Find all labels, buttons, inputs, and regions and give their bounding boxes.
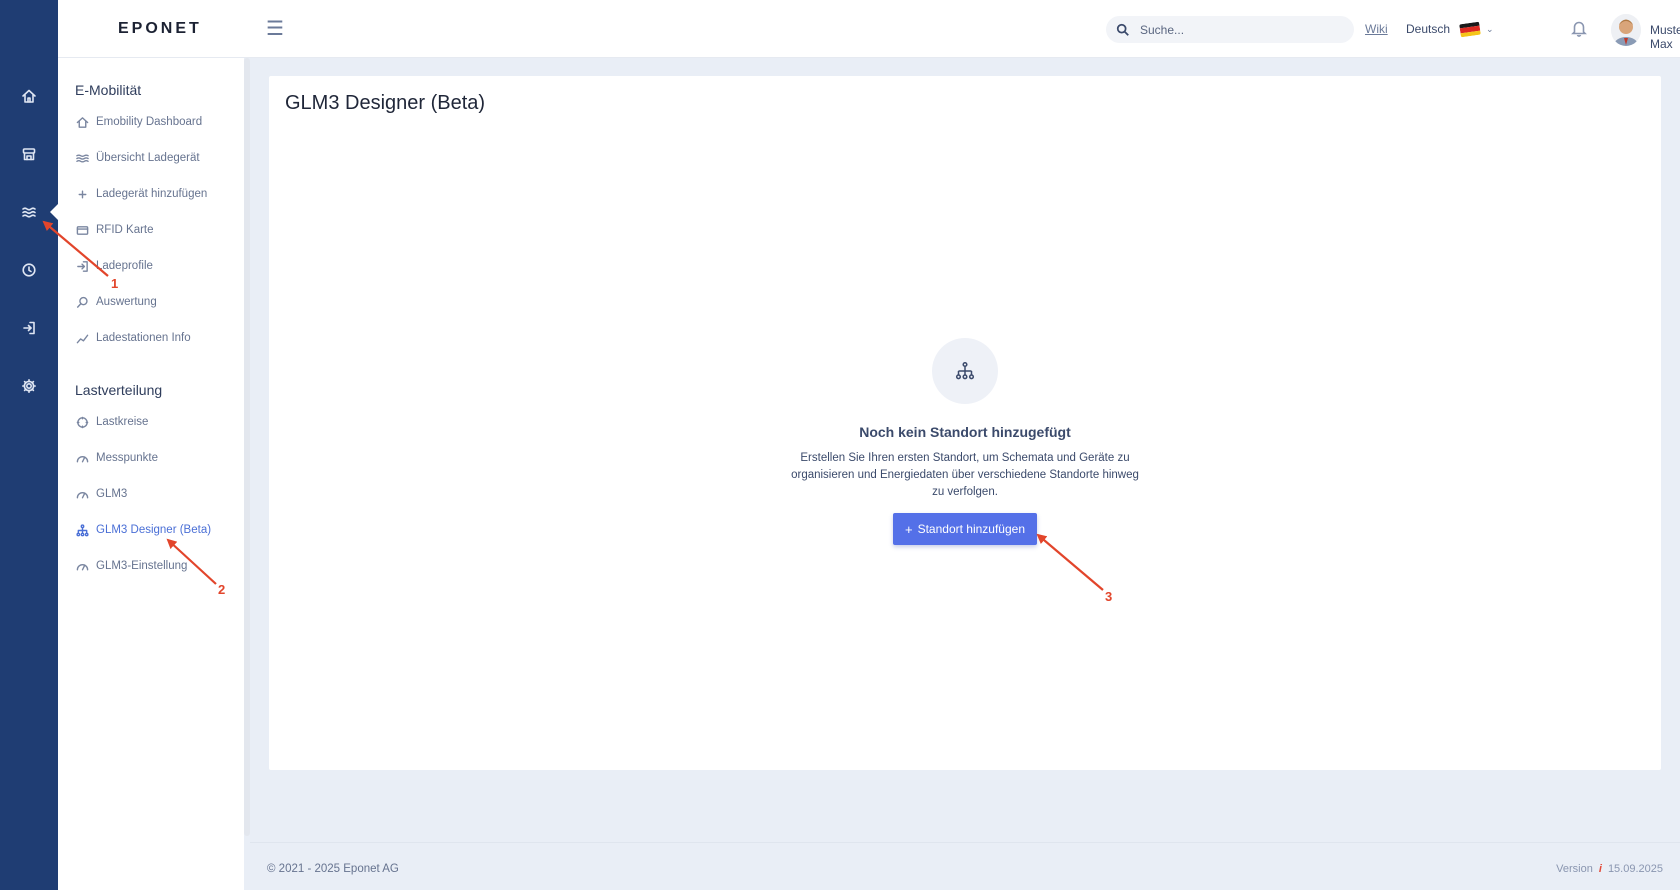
version-date: 15.09.2025 [1607, 863, 1663, 875]
waves-icon [75, 151, 89, 165]
user-name: Muster Max [1650, 23, 1680, 51]
search-icon [75, 295, 89, 309]
annotation-number-2: 2 [218, 582, 226, 597]
sidebar-item-label: Übersicht Ladegerät [96, 152, 200, 164]
hierarchy-icon [75, 523, 89, 537]
sidebar-item-lastkreise[interactable]: Lastkreise [75, 411, 240, 433]
empty-state: Noch kein Standort hinzugefügt Erstellen… [269, 338, 1661, 545]
sidebar-item-label: Auswertung [96, 296, 157, 308]
annotation-number-1: 1 [111, 276, 119, 291]
sidebar-item-label: Ladeprofile [96, 260, 153, 272]
empty-state-description: Erstellen Sie Ihren ersten Standort, um … [791, 452, 1139, 498]
login-icon [75, 259, 89, 273]
language-selector[interactable]: Deutsch ⌄ [1406, 21, 1494, 37]
sidebar-scrollbar[interactable] [244, 58, 250, 836]
sidebar-item-uebersicht-ladegeraet[interactable]: Übersicht Ladegerät [75, 147, 240, 169]
home-icon [75, 115, 89, 129]
line-chart-icon [75, 331, 89, 345]
plus-icon: + [904, 521, 913, 537]
wiki-link[interactable]: Wiki [1365, 22, 1388, 36]
home-icon[interactable] [0, 76, 58, 116]
search-icon [1116, 23, 1129, 36]
empty-state-title: Noch kein Standort hinzugefügt [859, 424, 1071, 440]
notification-bell-icon[interactable] [1570, 19, 1590, 39]
top-header: EPONET ☰ Wiki Deutsch ⌄ Muster Max ⌄ [58, 0, 1680, 58]
page-title: GLM3 Designer (Beta) [285, 92, 486, 114]
chevron-down-icon: ⌄ [1486, 23, 1494, 34]
sidebar-item-messpunkte[interactable]: Messpunkte [75, 447, 240, 469]
active-rail-indicator [50, 204, 58, 220]
sidebar-item-glm3-einstellung[interactable]: GLM3-Einstellung [75, 555, 240, 577]
icon-rail [0, 0, 58, 890]
sidebar-item-glm3[interactable]: GLM3 [75, 483, 240, 505]
sidebar-item-label: Emobility Dashboard [96, 116, 203, 128]
sidebar-item-emobility-dashboard[interactable]: Emobility Dashboard [75, 111, 240, 133]
section-title-emobility: E-Mobilität [75, 82, 142, 98]
search-bar [1106, 16, 1354, 43]
version-label: Version [1556, 863, 1593, 875]
footer: © 2021 - 2025 Eponet AG Version i 15.09.… [250, 842, 1680, 890]
section-title-lastverteilung: Lastverteilung [75, 382, 163, 398]
sidebar-item-label: Messpunkte [96, 452, 159, 464]
circle-icon [75, 415, 89, 429]
gauge-icon [75, 451, 89, 465]
gauge-icon [75, 559, 89, 573]
user-menu[interactable]: Muster Max ⌄ [1650, 23, 1680, 51]
sidebar-item-ladeprofile[interactable]: Ladeprofile [75, 255, 240, 277]
german-flag-icon [1459, 21, 1481, 37]
sidebar-item-label: Ladestationen Info [96, 332, 191, 344]
gauge-icon [75, 487, 89, 501]
card-icon [75, 223, 89, 237]
sidebar-item-label: GLM3 [96, 488, 128, 500]
search-input[interactable] [1140, 22, 1340, 37]
sidebar-item-label: GLM3 Designer (Beta) [96, 524, 212, 536]
main-card: GLM3 Designer (Beta) Noch kein Standort … [269, 76, 1661, 770]
plus-icon [75, 187, 89, 201]
store-icon[interactable] [0, 134, 58, 174]
login-icon[interactable] [0, 308, 58, 348]
info-icon[interactable]: i [1599, 863, 1602, 875]
gear-icon[interactable] [0, 366, 58, 406]
sidebar-item-ladestationen-info[interactable]: Ladestationen Info [75, 327, 240, 349]
hierarchy-icon [955, 361, 975, 380]
language-label: Deutsch [1406, 22, 1451, 36]
sidebar-item-ladegeraet-hinzufuegen[interactable]: Ladegerät hinzufügen [75, 183, 240, 205]
sidebar-item-label: Lastkreise [96, 416, 149, 428]
annotation-number-3: 3 [1105, 589, 1113, 604]
sidebar-item-glm3-designer[interactable]: GLM3 Designer (Beta) [75, 519, 240, 541]
avatar[interactable] [1611, 14, 1641, 46]
sidebar-item-label: Ladegerät hinzufügen [96, 188, 208, 200]
empty-state-badge [932, 338, 998, 404]
add-location-button-label: Standort hinzufügen [917, 522, 1025, 536]
secondary-sidebar: E-Mobilität Emobility Dashboard Übersich… [58, 58, 244, 890]
add-location-button[interactable]: + Standort hinzufügen [892, 513, 1037, 545]
eponet-logo: EPONET [118, 20, 202, 37]
sidebar-item-label: RFID Karte [96, 224, 154, 236]
copyright: © 2021 - 2025 Eponet AG [267, 863, 399, 875]
version-info: Version i 15.09.2025 [1556, 863, 1663, 875]
clock-icon[interactable] [0, 250, 58, 290]
hamburger-menu-icon[interactable]: ☰ [266, 18, 288, 40]
sidebar-item-rfid-karte[interactable]: RFID Karte [75, 219, 240, 241]
sidebar-item-label: GLM3-Einstellung [96, 560, 188, 572]
sidebar-item-auswertung[interactable]: Auswertung [75, 291, 240, 313]
